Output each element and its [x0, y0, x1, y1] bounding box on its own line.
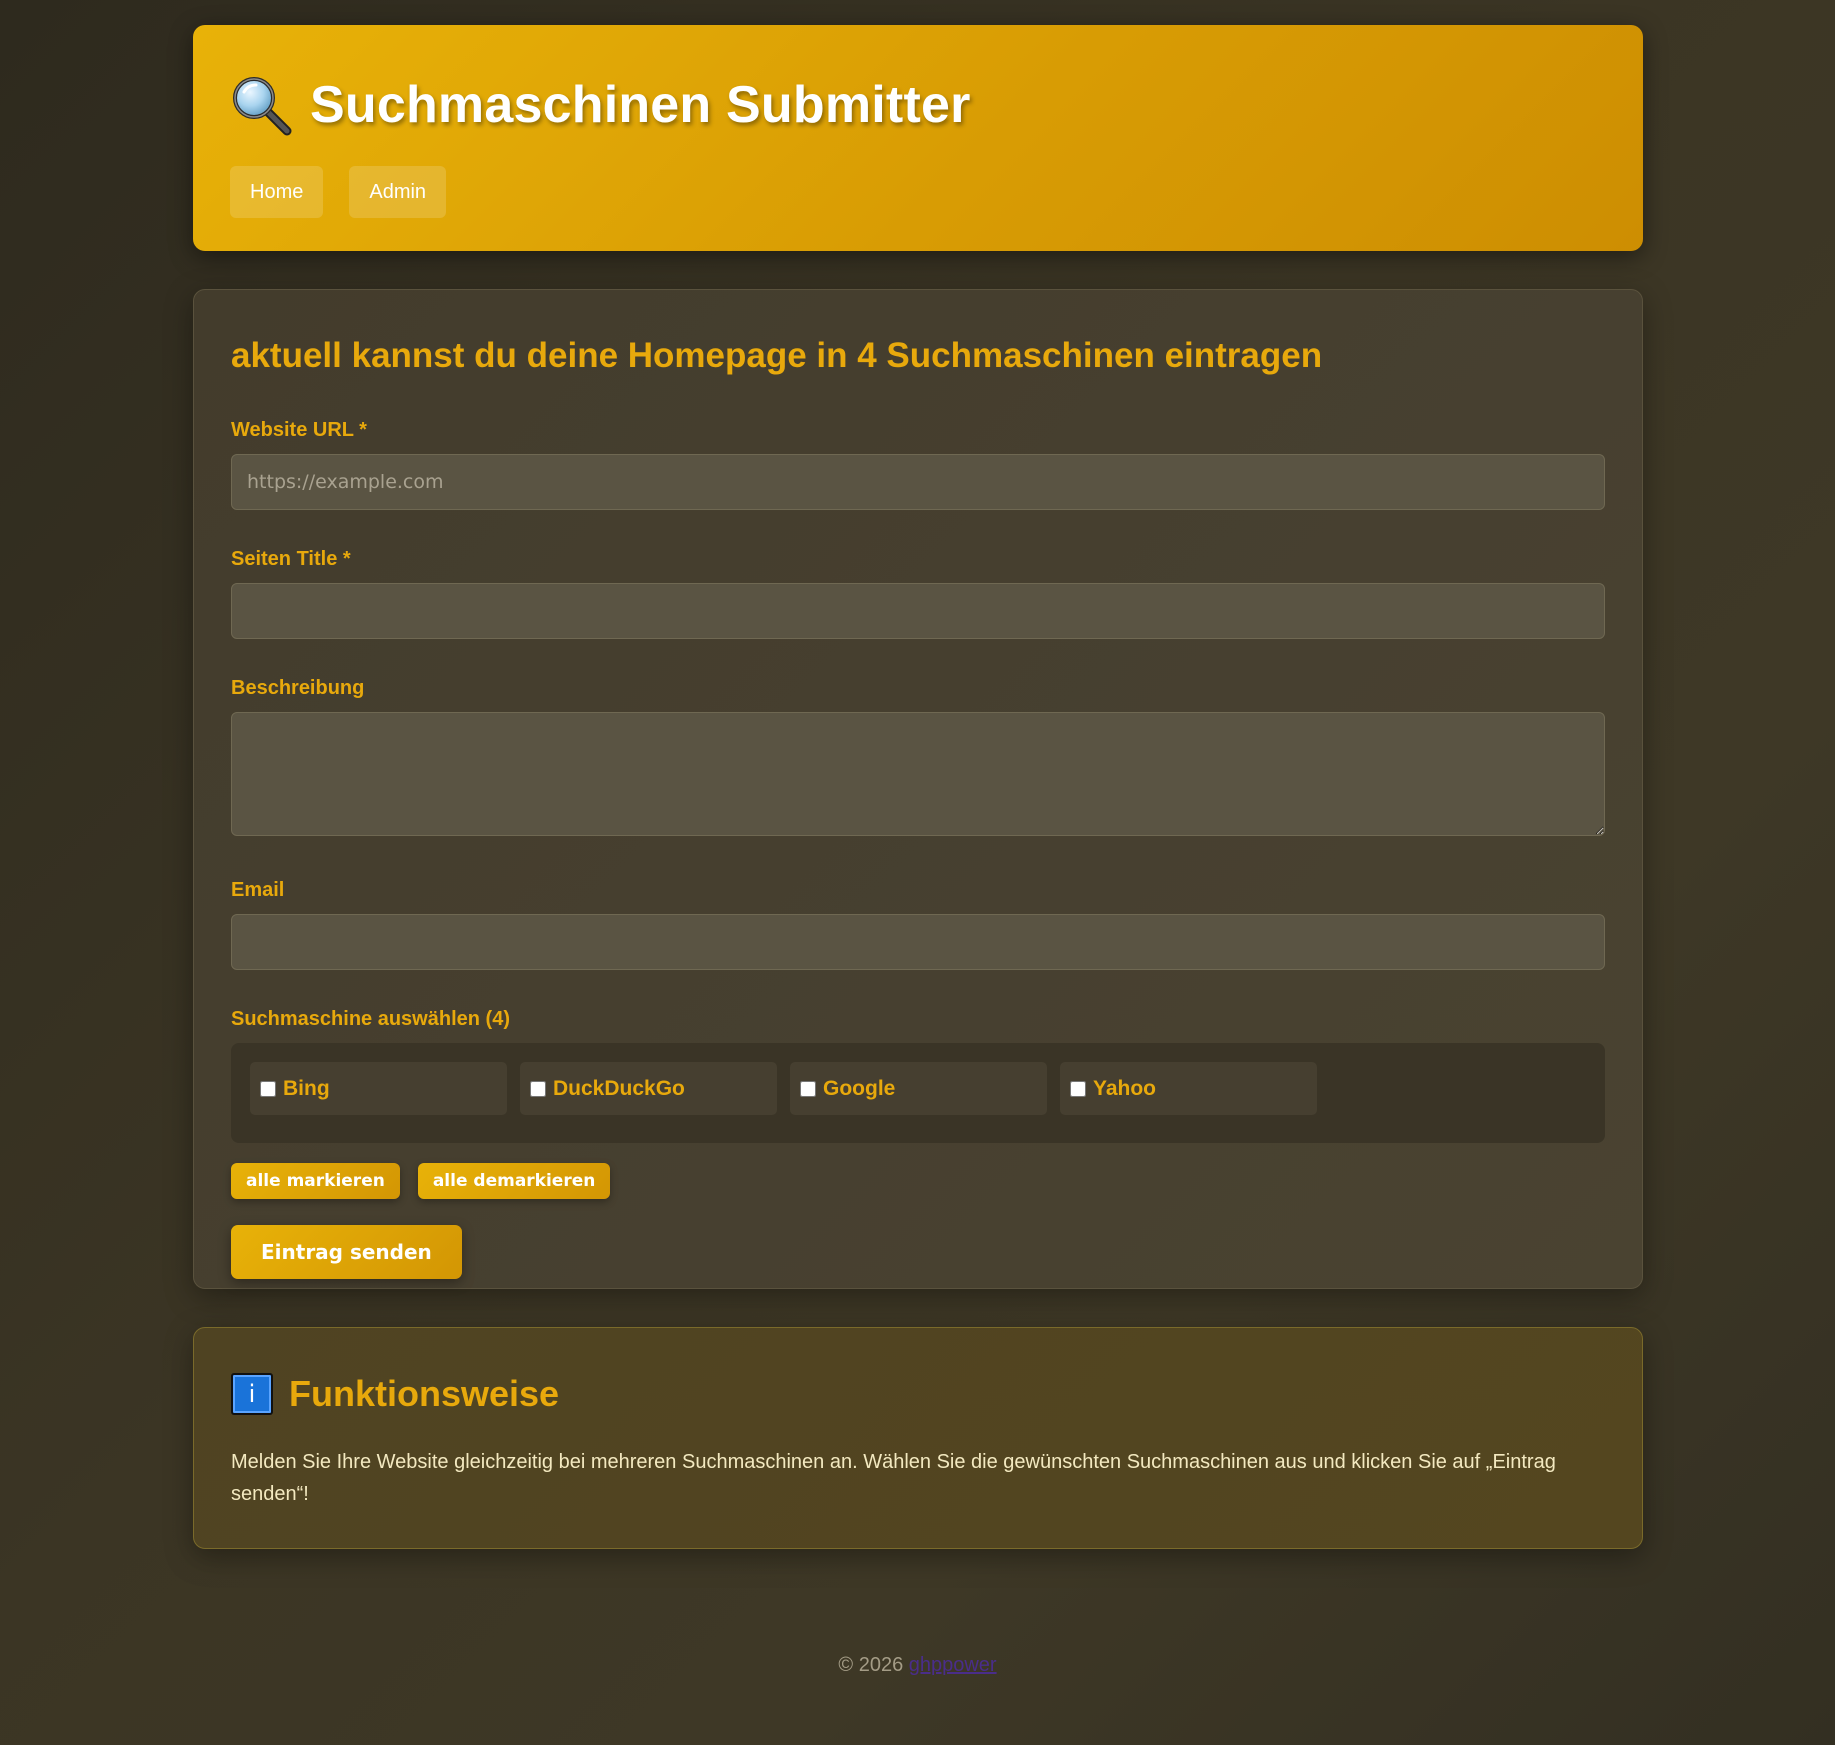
selection-buttons: alle markieren alle demarkieren	[231, 1163, 1605, 1199]
engine-checkbox-bing[interactable]	[260, 1080, 276, 1097]
engine-checkbox-yahoo[interactable]	[1070, 1080, 1086, 1097]
main-nav: Home Admin	[230, 166, 1606, 218]
engine-checkbox-duckduckgo[interactable]	[530, 1080, 546, 1097]
magnifier-icon	[230, 74, 292, 136]
email-input[interactable]	[231, 914, 1605, 970]
site-title: Suchmaschinen Submitter	[310, 76, 971, 134]
engine-option-bing[interactable]: Bing	[250, 1062, 507, 1115]
description-textarea[interactable]	[231, 712, 1605, 836]
engine-name: Google	[823, 1076, 896, 1100]
engine-checkbox-google[interactable]	[800, 1080, 816, 1097]
submit-form-card: aktuell kannst du deine Homepage in 4 Su…	[193, 289, 1643, 1289]
form-heading: aktuell kannst du deine Homepage in 4 Su…	[231, 336, 1323, 375]
select-all-button[interactable]: alle markieren	[231, 1163, 400, 1199]
engine-name: DuckDuckGo	[553, 1076, 685, 1100]
engine-list: Bing DuckDuckGo Google Yahoo	[231, 1043, 1605, 1143]
engine-name: Yahoo	[1093, 1076, 1157, 1100]
site-footer: © 2026 ghppower	[0, 1654, 1835, 1677]
site-header: Suchmaschinen Submitter Home Admin	[193, 25, 1643, 251]
url-input[interactable]	[231, 454, 1605, 510]
title-input[interactable]	[231, 583, 1605, 639]
footer-link[interactable]: ghppower	[909, 1654, 997, 1676]
engine-option-duckduckgo[interactable]: DuckDuckGo	[520, 1062, 777, 1115]
description-label: Beschreibung	[231, 677, 365, 699]
title-label: Seiten Title *	[231, 548, 351, 570]
engines-label: Suchmaschine auswählen (4)	[231, 1008, 510, 1030]
engine-name: Bing	[283, 1076, 330, 1100]
info-icon: i	[231, 1373, 273, 1415]
submit-entry-button[interactable]: Eintrag senden	[231, 1225, 462, 1279]
url-label: Website URL *	[231, 419, 367, 441]
nav-home-link[interactable]: Home	[230, 166, 324, 218]
email-label: Email	[231, 879, 285, 901]
footer-copyright: © 2026	[838, 1654, 909, 1676]
engine-option-yahoo[interactable]: Yahoo	[1060, 1062, 1317, 1115]
deselect-all-button[interactable]: alle demarkieren	[417, 1163, 611, 1199]
header-title-row: Suchmaschinen Submitter	[230, 69, 1606, 141]
info-card: i Funktionsweise Melden Sie Ihre Website…	[193, 1327, 1643, 1549]
info-header: i Funktionsweise	[231, 1372, 1605, 1416]
engine-option-google[interactable]: Google	[790, 1062, 1047, 1115]
nav-admin-link[interactable]: Admin	[349, 166, 447, 218]
info-text: Melden Sie Ihre Website gleichzeitig bei…	[231, 1451, 1556, 1505]
info-title: Funktionsweise	[289, 1373, 560, 1414]
page-container: Suchmaschinen Submitter Home Admin aktue…	[193, 25, 1643, 1549]
